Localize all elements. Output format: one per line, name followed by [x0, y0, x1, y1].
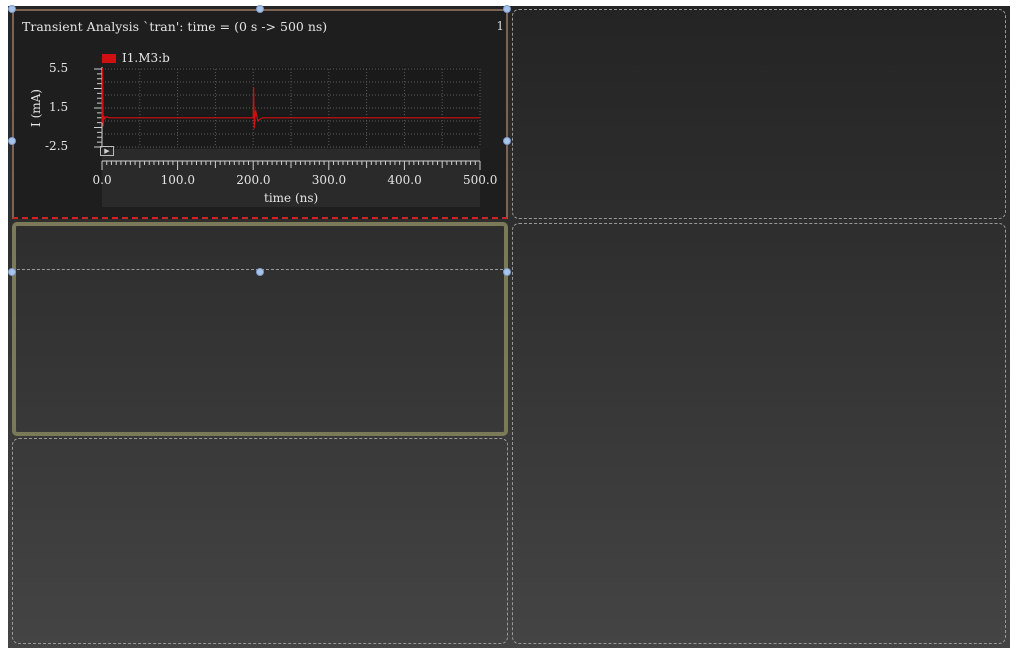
y-tick-label: -2.5	[45, 139, 69, 153]
x-tick-label: 0.0	[92, 173, 112, 187]
empty-plot-pane-bottom-right[interactable]	[512, 223, 1006, 644]
resize-handle-mid-right[interactable]	[503, 137, 511, 145]
x-tick-label: 200.0	[236, 173, 271, 187]
resize-handle-top-left[interactable]	[8, 5, 16, 13]
y-axis-title: I (mA)	[28, 89, 43, 127]
play-glyph: ▶	[104, 147, 110, 155]
play-icon[interactable]: ▶	[100, 146, 114, 156]
resize-handle-split-mid[interactable]	[256, 268, 264, 276]
resize-handle-split-right[interactable]	[503, 268, 511, 276]
resize-handle-top-right[interactable]	[503, 5, 511, 13]
resize-handle-top-mid[interactable]	[256, 5, 264, 13]
empty-plot-pane-selected[interactable]	[12, 222, 508, 436]
waveform-workspace: Transient Analysis `tran': time = (0 s -…	[8, 5, 1010, 648]
empty-plot-pane-top-right[interactable]	[512, 9, 1006, 219]
y-tick-label: 1.5	[49, 100, 69, 114]
x-tick-label: 300.0	[311, 173, 347, 187]
y-tick-label: 5.5	[49, 61, 69, 75]
resize-handle-split-left[interactable]	[8, 268, 16, 276]
plot-pane-transient[interactable]: Transient Analysis `tran': time = (0 s -…	[12, 9, 508, 219]
empty-plot-pane-bottom-left[interactable]	[12, 438, 508, 644]
resize-handle-mid-left[interactable]	[8, 137, 16, 145]
x-tick-label: 500.0	[463, 173, 498, 187]
x-axis-title: time (ns)	[264, 191, 319, 205]
x-tick-label: 100.0	[160, 173, 195, 187]
transient-chart[interactable]	[14, 11, 510, 221]
x-tick-label: 400.0	[387, 173, 422, 187]
